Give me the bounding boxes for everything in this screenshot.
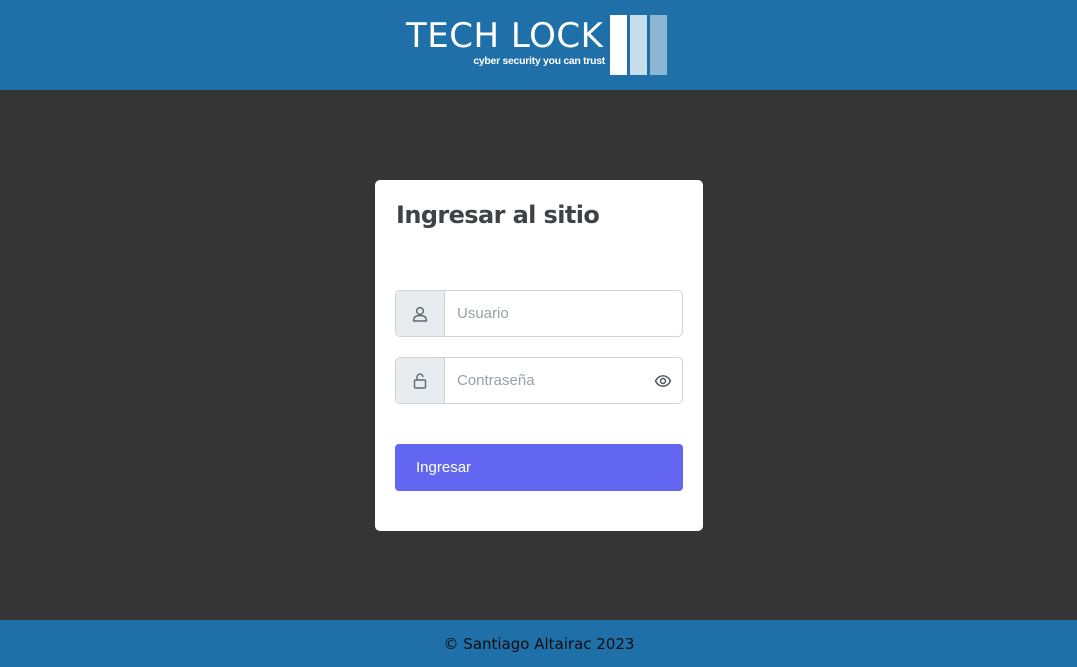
site-footer: © Santiago Altairac 2023 <box>0 620 1077 667</box>
site-header: TECH LOCK cyber security you can trust <box>0 0 1077 90</box>
password-field-group <box>395 357 683 404</box>
login-card: Ingresar al sitio Ingresar <box>375 180 703 531</box>
password-input[interactable] <box>445 358 645 403</box>
unlock-icon <box>396 358 445 403</box>
login-title: Ingresar al sitio <box>396 201 600 229</box>
logo-tagline: cyber security you can trust <box>473 55 605 67</box>
logo-bars-icon <box>610 15 667 75</box>
login-submit-button[interactable]: Ingresar <box>395 444 683 491</box>
tech-lock-logo[interactable]: TECH LOCK cyber security you can trust <box>406 14 668 76</box>
username-field-group <box>395 290 683 337</box>
copyright-text: © Santiago Altairac 2023 <box>443 634 635 653</box>
eye-icon[interactable] <box>654 372 672 390</box>
username-input[interactable] <box>445 291 645 336</box>
user-icon <box>396 291 445 336</box>
logo-title: TECH LOCK <box>406 16 604 56</box>
